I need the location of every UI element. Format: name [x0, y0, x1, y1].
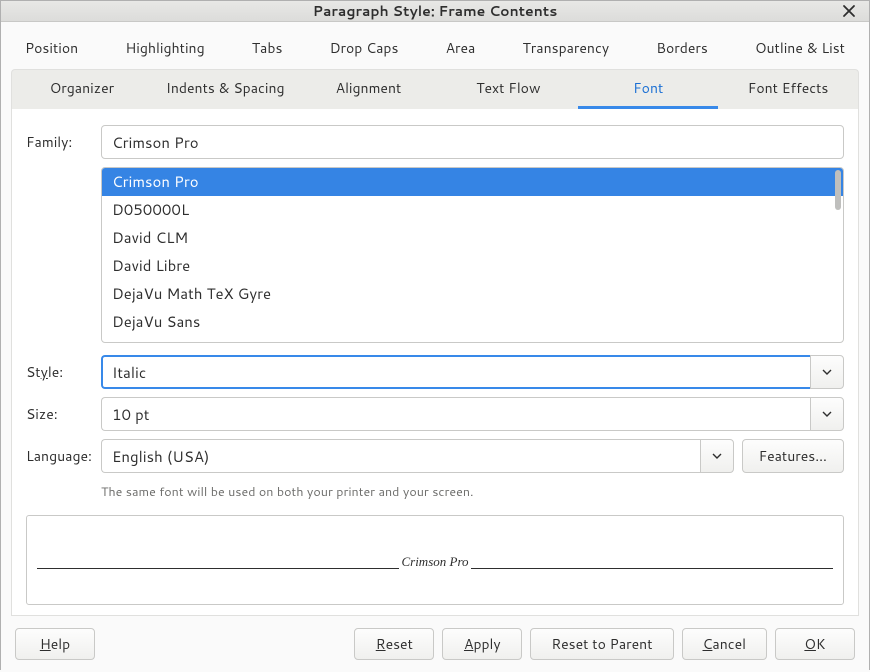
family-input[interactable] [101, 125, 844, 159]
family-option[interactable]: D050000L [102, 196, 843, 224]
reset-button[interactable]: Reset [354, 628, 434, 660]
tab-borders[interactable]: Borders [642, 30, 722, 69]
family-option[interactable]: DejaVu Sans [102, 308, 843, 336]
hint-text: The same font will be used on both your … [101, 483, 844, 501]
tab-font-effects[interactable]: Font Effects [718, 70, 858, 109]
tab-area[interactable]: Area [432, 30, 490, 69]
content-panel: Family: Crimson Pro D050000L David CLM D… [11, 109, 859, 616]
chevron-down-icon [822, 411, 832, 417]
family-listbox-inner: Crimson Pro D050000L David CLM David Lib… [102, 168, 843, 342]
window-title: Paragraph Style: Frame Contents [313, 1, 558, 21]
tab-text-flow[interactable]: Text Flow [438, 70, 578, 109]
tab-position[interactable]: Position [11, 30, 92, 69]
cancel-button[interactable]: Cancel [682, 628, 768, 660]
tab-outline-list[interactable]: Outline & List [741, 30, 859, 69]
family-option[interactable]: David Libre [102, 252, 843, 280]
language-combo [101, 439, 734, 473]
preview-text: Crimson Pro [399, 554, 470, 570]
tabs-row-1: Position Highlighting Tabs Drop Caps Are… [11, 30, 859, 69]
tab-tabs[interactable]: Tabs [238, 30, 297, 69]
language-input[interactable] [101, 439, 700, 473]
family-option[interactable]: DejaVu Sans Condensed [102, 336, 843, 342]
style-label: Style: [26, 362, 101, 382]
apply-button[interactable]: Apply [442, 628, 522, 660]
tab-highlighting[interactable]: Highlighting [111, 30, 218, 69]
tab-font[interactable]: Font [578, 70, 718, 109]
family-option[interactable]: Crimson Pro [102, 168, 843, 196]
reset-to-parent-button[interactable]: Reset to Parent [530, 628, 673, 660]
language-row: Language: Features… [26, 439, 844, 473]
language-label: Language: [26, 446, 101, 466]
family-listbox[interactable]: Crimson Pro D050000L David CLM David Lib… [101, 167, 844, 343]
family-label: Family: [26, 132, 101, 152]
size-label: Size: [26, 404, 101, 424]
size-combo [101, 397, 844, 431]
tab-drop-caps[interactable]: Drop Caps [316, 30, 413, 69]
language-dropdown-button[interactable] [700, 439, 734, 473]
tab-organizer[interactable]: Organizer [12, 70, 152, 109]
style-dropdown-button[interactable] [810, 355, 844, 389]
size-dropdown-button[interactable] [810, 397, 844, 431]
preview-line: Crimson Pro [37, 552, 833, 569]
family-option[interactable]: David CLM [102, 224, 843, 252]
tab-alignment[interactable]: Alignment [299, 70, 439, 109]
ok-button[interactable]: OK [775, 628, 855, 660]
style-input[interactable] [101, 355, 810, 389]
title-bar: Paragraph Style: Frame Contents [1, 1, 869, 22]
scrollbar-thumb[interactable] [835, 170, 841, 210]
help-button[interactable]: Help [15, 628, 95, 660]
close-button[interactable] [839, 1, 859, 21]
chevron-down-icon [822, 369, 832, 375]
size-input[interactable] [101, 397, 810, 431]
style-row: Style: [26, 355, 844, 389]
scrollbar[interactable] [833, 170, 841, 340]
close-icon [842, 4, 856, 18]
family-option[interactable]: DejaVu Math TeX Gyre [102, 280, 843, 308]
style-combo [101, 355, 844, 389]
preview-box: Crimson Pro [26, 515, 844, 605]
size-row: Size: [26, 397, 844, 431]
family-row: Family: [26, 125, 844, 159]
tab-transparency[interactable]: Transparency [509, 30, 624, 69]
tabs-container: Position Highlighting Tabs Drop Caps Are… [1, 22, 869, 109]
features-button[interactable]: Features… [742, 439, 844, 473]
tabs-row-2: Organizer Indents & Spacing Alignment Te… [11, 69, 859, 109]
button-bar: Help Reset Apply Reset to Parent Cancel … [1, 616, 869, 672]
tab-indents-spacing[interactable]: Indents & Spacing [152, 70, 299, 109]
chevron-down-icon [712, 453, 722, 459]
